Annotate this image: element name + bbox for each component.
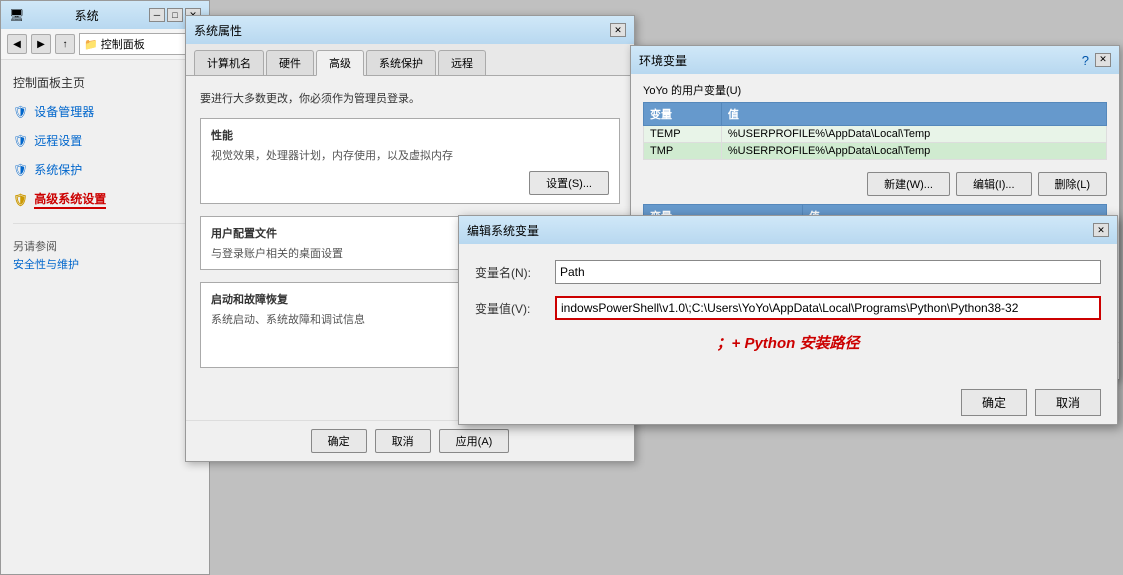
- tab-remote[interactable]: 远程: [438, 50, 486, 75]
- user-edit-btn[interactable]: 编辑(I)...: [956, 172, 1032, 196]
- sidebar-label-remote: 远程设置: [34, 132, 82, 149]
- sidebar-item-advanced[interactable]: 🛡 高级系统设置: [1, 184, 209, 215]
- perf-desc: 视觉效果，处理器计划，内存使用，以及虚拟内存: [211, 147, 609, 163]
- user-new-btn[interactable]: 新建(W)...: [867, 172, 950, 196]
- edit-var-dialog: 编辑系统变量 ✕ 变量名(N): 变量值(V): ；+ Python 安装路径 …: [458, 215, 1118, 425]
- shield-icon-1: 🛡: [13, 105, 28, 119]
- sys-props-controls: ✕: [610, 23, 626, 37]
- var-value-label: 变量值(V):: [475, 300, 555, 317]
- tab-advanced[interactable]: 高级: [316, 50, 364, 76]
- sidebar: 控制面板主页 🛡 设备管理器 🛡 远程设置 🛡 系统保护 🛡 高级系统设置 另请…: [1, 60, 209, 288]
- perf-settings-btn[interactable]: 设置(S)...: [529, 171, 609, 195]
- edit-var-title: 编辑系统变量: [467, 222, 539, 239]
- edit-var-title-bar: 编辑系统变量 ✕: [459, 216, 1117, 244]
- user-vars-col-var: 变量: [644, 103, 722, 126]
- back-btn[interactable]: ◀: [7, 34, 27, 54]
- other-ref-section: 另请参阅 安全性与维护: [1, 232, 209, 280]
- user-vars-section: YoYo 的用户变量(U) 变量 值 TEMP %USERPROFILE%\Ap…: [631, 74, 1119, 168]
- breadcrumb-text: 📁 控制面板: [84, 39, 145, 51]
- sidebar-label-protection: 系统保护: [34, 161, 82, 178]
- var-value-input[interactable]: [555, 296, 1101, 320]
- user-vars-label: YoYo 的用户变量(U): [643, 82, 1107, 98]
- other-ref-title: 另请参阅: [13, 238, 197, 254]
- user-var-val-1: %USERPROFILE%\AppData\Local\Temp: [721, 126, 1106, 143]
- edit-confirm-btn[interactable]: 确定: [961, 389, 1027, 416]
- tab-computer-name[interactable]: 计算机名: [194, 50, 264, 75]
- sidebar-divider: [13, 223, 197, 224]
- user-var-val-2: %USERPROFILE%\AppData\Local\Temp: [721, 143, 1106, 160]
- edit-footer: 确定 取消: [459, 381, 1117, 424]
- user-vars-table: 变量 值 TEMP %USERPROFILE%\AppData\Local\Te…: [643, 102, 1107, 160]
- perf-section: 性能 视觉效果，处理器计划，内存使用，以及虚拟内存 设置(S)...: [200, 118, 620, 204]
- table-row[interactable]: TEMP %USERPROFILE%\AppData\Local\Temp: [644, 126, 1107, 143]
- shield-icon-3: 🛡: [13, 163, 28, 177]
- var-name-label: 变量名(N):: [475, 264, 555, 281]
- up-btn[interactable]: ↑: [55, 34, 75, 54]
- edit-var-close-btn[interactable]: ✕: [1093, 223, 1109, 237]
- system-window: 🖥 系统 ─ □ ✕ ◀ ▶ ↑ 📁 控制面板 控制面板主页 🛡 设备管理器 🛡…: [0, 0, 210, 575]
- sidebar-label-device: 设备管理器: [34, 103, 94, 120]
- user-delete-btn[interactable]: 删除(L): [1038, 172, 1107, 196]
- system-title-text: 系统: [75, 7, 99, 24]
- sidebar-item-device[interactable]: 🛡 设备管理器: [1, 97, 209, 126]
- env-controls: ? ✕: [1082, 53, 1111, 68]
- tabs-bar: 计算机名 硬件 高级 系统保护 远程: [186, 44, 634, 76]
- sys-props-close-btn[interactable]: ✕: [610, 23, 626, 37]
- sidebar-header: 控制面板主页: [1, 68, 209, 97]
- sidebar-item-protection[interactable]: 🛡 系统保护: [1, 155, 209, 184]
- sys-props-title-bar: 系统属性 ✕: [186, 16, 634, 44]
- help-icon: ?: [1082, 53, 1089, 68]
- user-btns-row: 新建(W)... 编辑(I)... 删除(L): [631, 168, 1119, 200]
- var-name-input[interactable]: [555, 260, 1101, 284]
- var-name-row: 变量名(N):: [475, 260, 1101, 284]
- forward-btn[interactable]: ▶: [31, 34, 51, 54]
- shield-icon-2: 🛡: [13, 134, 28, 148]
- table-row[interactable]: TMP %USERPROFILE%\AppData\Local\Temp: [644, 143, 1107, 160]
- edit-var-controls: ✕: [1093, 223, 1109, 237]
- sidebar-label-advanced: 高级系统设置: [34, 190, 106, 209]
- var-value-row: 变量值(V):: [475, 296, 1101, 320]
- edit-cancel-btn[interactable]: 取消: [1035, 389, 1101, 416]
- edit-form: 变量名(N): 变量值(V): ；+ Python 安装路径: [459, 244, 1117, 381]
- env-close-btn[interactable]: ✕: [1095, 53, 1111, 67]
- tab-sys-protection[interactable]: 系统保护: [366, 50, 436, 75]
- sys-props-footer: 确定 取消 应用(A): [186, 420, 634, 461]
- sidebar-item-remote[interactable]: 🛡 远程设置: [1, 126, 209, 155]
- system-title-icon: 🖥: [9, 8, 24, 22]
- sys-props-ok-btn[interactable]: 确定: [311, 429, 367, 453]
- user-var-name-2: TMP: [644, 143, 722, 160]
- other-ref-link[interactable]: 安全性与维护: [13, 254, 197, 274]
- shield-icon-4: 🛡: [13, 193, 28, 207]
- env-title: 环境变量: [639, 52, 687, 69]
- sys-props-cancel-btn[interactable]: 取消: [375, 429, 431, 453]
- sys-props-title: 系统属性: [194, 22, 242, 39]
- nav-bar: ◀ ▶ ↑ 📁 控制面板: [1, 29, 209, 60]
- maximize-btn[interactable]: □: [167, 8, 183, 22]
- user-vars-col-val: 值: [721, 103, 1106, 126]
- minimize-btn[interactable]: ─: [149, 8, 165, 22]
- user-var-name-1: TEMP: [644, 126, 722, 143]
- env-title-bar: 环境变量 ? ✕: [631, 46, 1119, 74]
- tab-hardware[interactable]: 硬件: [266, 50, 314, 75]
- admin-note: 要进行大多数更改，你必须作为管理员登录。: [200, 90, 620, 106]
- perf-title: 性能: [211, 127, 609, 143]
- annotation-text: ；+ Python 安装路径: [475, 332, 1101, 353]
- sys-props-apply-btn[interactable]: 应用(A): [439, 429, 510, 453]
- system-title-bar: 🖥 系统 ─ □ ✕: [1, 1, 209, 29]
